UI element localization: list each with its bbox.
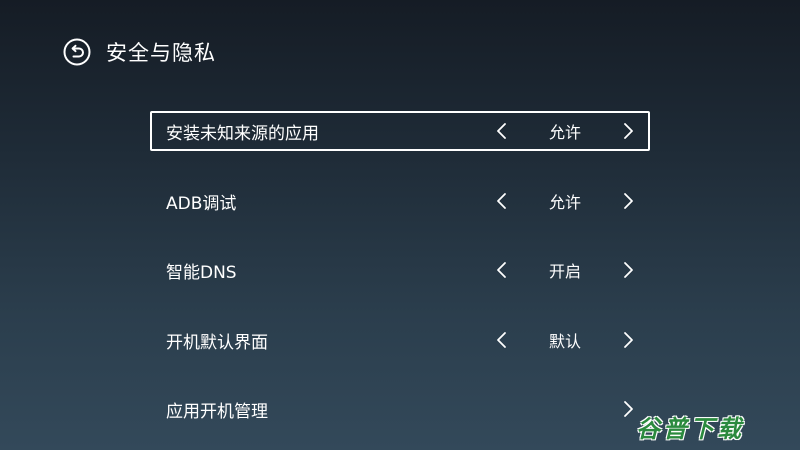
back-return-icon[interactable] [62,37,92,67]
watermark-logo: 谷普下载 [636,415,744,443]
setting-row-adb-debug[interactable]: ADB调试 允许 [150,181,650,221]
setting-label: 智能DNS [166,262,237,283]
chevron-left-icon[interactable] [492,250,512,290]
setting-label: ADB调试 [166,193,237,214]
setting-value: 允许 [548,123,581,142]
page-header: 安全与隐私 [62,36,216,68]
chevron-right-icon[interactable] [618,181,638,221]
setting-value: 允许 [548,193,581,212]
page-title: 安全与隐私 [106,41,216,65]
setting-label: 开机默认界面 [166,332,268,353]
chevron-right-icon[interactable] [618,250,638,290]
setting-row-unknown-sources[interactable]: 安装未知来源的应用 允许 [150,111,650,151]
setting-row-smart-dns[interactable]: 智能DNS 开启 [150,250,650,290]
setting-value: 默认 [548,332,581,351]
chevron-left-icon[interactable] [492,320,512,360]
setting-value: 开启 [548,262,581,281]
setting-label: 应用开机管理 [166,401,268,422]
setting-row-app-boot-management[interactable]: 应用开机管理 [150,389,650,429]
chevron-right-icon[interactable] [618,113,638,149]
setting-row-boot-default-screen[interactable]: 开机默认界面 默认 [150,320,650,360]
chevron-right-icon[interactable] [618,320,638,360]
chevron-right-icon[interactable] [618,389,638,429]
chevron-left-icon[interactable] [492,181,512,221]
chevron-left-icon[interactable] [492,113,512,149]
setting-label: 安装未知来源的应用 [166,123,319,144]
